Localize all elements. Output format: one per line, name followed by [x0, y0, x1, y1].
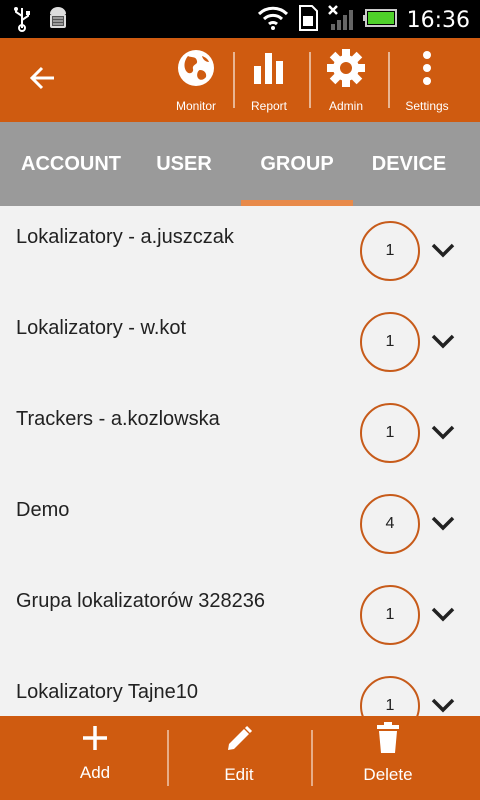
group-name: Grupa lokalizatorów 328236 [16, 590, 266, 612]
delete-button[interactable]: Delete [355, 716, 421, 800]
group-name: Lokalizatory - a.juszczak [16, 226, 234, 248]
clock-time: 16:36 [406, 8, 470, 33]
plus-icon [81, 724, 109, 757]
bottom-action-bar: Add Edit Delete [0, 716, 480, 800]
arrow-left-icon [28, 64, 56, 97]
group-name: Lokalizatory - w.kot [16, 317, 187, 339]
report-button[interactable]: Report [245, 48, 293, 116]
chevron-down-icon[interactable] [430, 328, 456, 354]
member-count-badge: 1 [360, 221, 420, 281]
tab-group[interactable]: GROUP [241, 122, 353, 206]
list-item[interactable]: Lokalizatory - w.kot 1 [0, 297, 480, 388]
app-root: 16:36 Monitor Report Admin Settings ACCO… [0, 0, 480, 800]
member-count-badge: 1 [360, 312, 420, 372]
group-list[interactable]: Lokalizatory - a.juszczak 1 Lokalizatory… [0, 206, 480, 716]
group-name: Demo [16, 499, 70, 521]
list-item[interactable]: Lokalizatory Tajne10 1 [0, 661, 480, 716]
chevron-down-icon[interactable] [430, 510, 456, 536]
list-item[interactable]: Demo 4 [0, 479, 480, 570]
tab-user[interactable]: USER [142, 122, 226, 206]
back-button[interactable] [22, 60, 62, 100]
settings-button[interactable]: Settings [400, 48, 454, 116]
group-name: Trackers - a.kozlowska [16, 408, 220, 430]
settings-label: Settings [405, 99, 449, 113]
signal-icon [327, 4, 355, 37]
toolbar-divider [388, 52, 390, 108]
tab-bar: ACCOUNT USER GROUP DEVICE [0, 122, 480, 206]
battery-icon [362, 7, 399, 34]
list-item[interactable]: Lokalizatory - a.juszczak 1 [0, 206, 480, 297]
list-item[interactable]: Trackers - a.kozlowska 1 [0, 388, 480, 479]
pencil-icon [224, 724, 254, 759]
edit-label: Edit [224, 765, 254, 784]
chevron-down-icon[interactable] [430, 601, 456, 627]
more-vertical-icon [421, 48, 433, 93]
list-item[interactable]: Grupa lokalizatorów 328236 1 [0, 570, 480, 661]
gear-icon [326, 48, 366, 93]
chevron-down-icon[interactable] [430, 692, 456, 716]
android-debug-icon [46, 6, 70, 37]
member-count-badge: 4 [360, 494, 420, 554]
status-bar: 16:36 [0, 0, 480, 38]
tab-device[interactable]: DEVICE [360, 122, 458, 206]
admin-button[interactable]: Admin [322, 48, 370, 116]
admin-label: Admin [328, 99, 363, 113]
globe-icon [176, 48, 216, 93]
toolbar-divider [233, 52, 235, 108]
toolbar-divider [309, 52, 311, 108]
bottom-divider [167, 730, 169, 786]
member-count-badge: 1 [360, 403, 420, 463]
chevron-down-icon[interactable] [430, 237, 456, 263]
trash-icon [375, 722, 401, 759]
monitor-button[interactable]: Monitor [170, 48, 222, 116]
bottom-divider [311, 730, 313, 786]
monitor-label: Monitor [175, 99, 216, 113]
member-count-badge: 1 [360, 585, 420, 645]
add-button[interactable]: Add [64, 716, 126, 800]
bar-chart-icon [251, 48, 287, 93]
wifi-icon [257, 5, 289, 36]
add-label: Add [79, 763, 111, 782]
sim-icon [297, 4, 319, 37]
group-name: Lokalizatory Tajne10 [16, 681, 198, 703]
report-label: Report [250, 99, 288, 113]
edit-button[interactable]: Edit [210, 716, 268, 800]
member-count-badge: 1 [360, 676, 420, 716]
delete-label: Delete [363, 765, 413, 784]
action-bar: Monitor Report Admin Settings [0, 38, 480, 122]
usb-icon [12, 6, 32, 37]
tab-account[interactable]: ACCOUNT [0, 122, 142, 206]
chevron-down-icon[interactable] [430, 419, 456, 445]
